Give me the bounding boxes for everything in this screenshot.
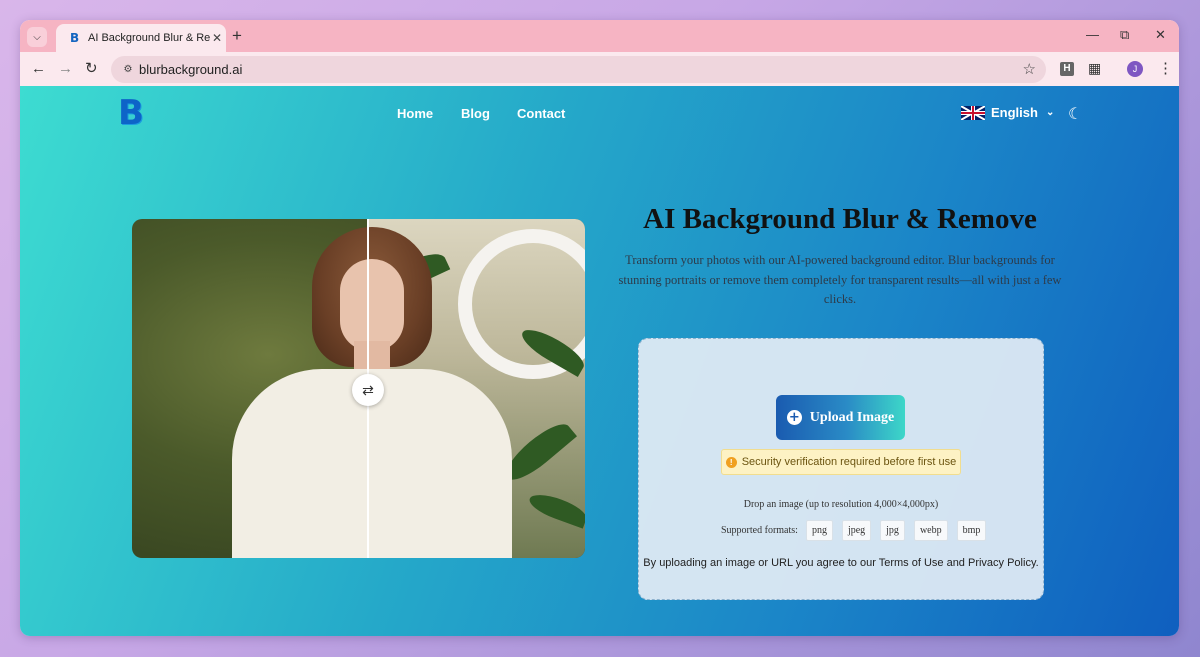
format-badge: webp xyxy=(913,519,948,541)
reload-button[interactable]: ↻ xyxy=(85,60,98,78)
nav-home-link[interactable]: Home xyxy=(397,106,433,121)
upload-button-label: Upload Image xyxy=(809,409,895,425)
tab-search-button[interactable]: ⌵ xyxy=(27,27,47,47)
star-icon[interactable]: ☆ xyxy=(1023,60,1036,78)
swap-arrows-icon: ⇄ xyxy=(362,382,374,398)
nav-blog-link[interactable]: Blog xyxy=(461,106,490,121)
plus-icon: + xyxy=(232,26,242,45)
security-notice: ! Security verification required before … xyxy=(721,449,961,475)
browser-tab[interactable]: B AI Background Blur & Remove ✕ xyxy=(56,24,226,52)
puzzle-icon[interactable]: ▦ xyxy=(1088,60,1101,77)
chevron-down-icon: ⌵ xyxy=(33,31,41,43)
profile-avatar[interactable]: J xyxy=(1127,61,1143,77)
warning-icon: ! xyxy=(725,456,737,468)
format-badge: jpg xyxy=(880,519,905,541)
security-notice-text: Security verification required before fi… xyxy=(741,456,957,468)
chevron-down-icon: ⌄ xyxy=(1045,107,1055,118)
drop-instructions: Drop an image (up to resolution 4,000×4,… xyxy=(743,499,939,510)
tune-icon[interactable]: ⚙ xyxy=(119,61,137,79)
new-tab-button[interactable]: + xyxy=(232,26,242,46)
page-title: AI Background Blur & Remove xyxy=(643,203,1037,235)
comparison-handle[interactable]: ⇄ xyxy=(352,374,384,406)
uk-flag-icon xyxy=(961,105,985,120)
kebab-icon[interactable]: ⋮ xyxy=(1158,59,1173,77)
url-text[interactable]: blurbackground.ai xyxy=(139,62,242,77)
browser-toolbar: ← → ↻ ⚙ blurbackground.ai ☆ H ▦ J ⋮ xyxy=(20,52,1179,86)
upload-dropzone[interactable]: + Upload Image ! Security verification r… xyxy=(638,338,1044,600)
site-favicon-icon: B xyxy=(70,31,80,45)
format-badge: png xyxy=(805,519,833,541)
restore-button[interactable]: ⧉ xyxy=(1120,28,1129,42)
language-label: English xyxy=(991,105,1038,120)
web-page: B Home Blog Contact English ⌄ ☾ ⇄ AI Bac… xyxy=(20,86,1179,636)
address-bar[interactable]: ⚙ blurbackground.ai ☆ xyxy=(111,56,1046,83)
tab-strip: ⌵ B AI Background Blur & Remove ✕ + — ⧉ … xyxy=(20,20,1179,52)
moon-icon[interactable]: ☾ xyxy=(1068,104,1082,124)
close-icon[interactable]: ✕ xyxy=(212,31,222,45)
window-close-button[interactable]: ✕ xyxy=(1155,28,1166,42)
browser-window: ⌵ B AI Background Blur & Remove ✕ + — ⧉ … xyxy=(20,20,1179,636)
site-logo[interactable]: B xyxy=(118,96,152,130)
reload-icon: ↻ xyxy=(85,60,98,77)
tab-title: AI Background Blur & Remove xyxy=(88,32,210,44)
format-badge: jpeg xyxy=(841,519,872,541)
comparison-image[interactable]: ⇄ xyxy=(132,219,585,558)
format-badge: bmp xyxy=(956,519,987,541)
supported-formats: Supported formats: png jpeg jpg webp bmp xyxy=(721,519,995,541)
upload-image-button[interactable]: + Upload Image xyxy=(776,395,905,440)
arrow-right-icon: → xyxy=(58,60,73,77)
extension-h-icon[interactable]: H xyxy=(1060,62,1074,76)
language-selector[interactable]: English ⌄ xyxy=(961,105,1054,120)
forward-button[interactable]: → xyxy=(58,60,73,78)
terms-agreement: By uploading an image or URL you agree t… xyxy=(643,557,1039,569)
plus-circle-icon: + xyxy=(786,410,802,425)
back-button[interactable]: ← xyxy=(31,60,46,78)
arrow-left-icon: ← xyxy=(31,60,46,77)
portrait-subject xyxy=(340,259,404,351)
nav-contact-link[interactable]: Contact xyxy=(517,106,565,121)
formats-label: Supported formats: xyxy=(721,524,798,536)
hero-description: Transform your photos with our AI-powere… xyxy=(618,253,1062,306)
minimize-button[interactable]: — xyxy=(1086,28,1099,42)
